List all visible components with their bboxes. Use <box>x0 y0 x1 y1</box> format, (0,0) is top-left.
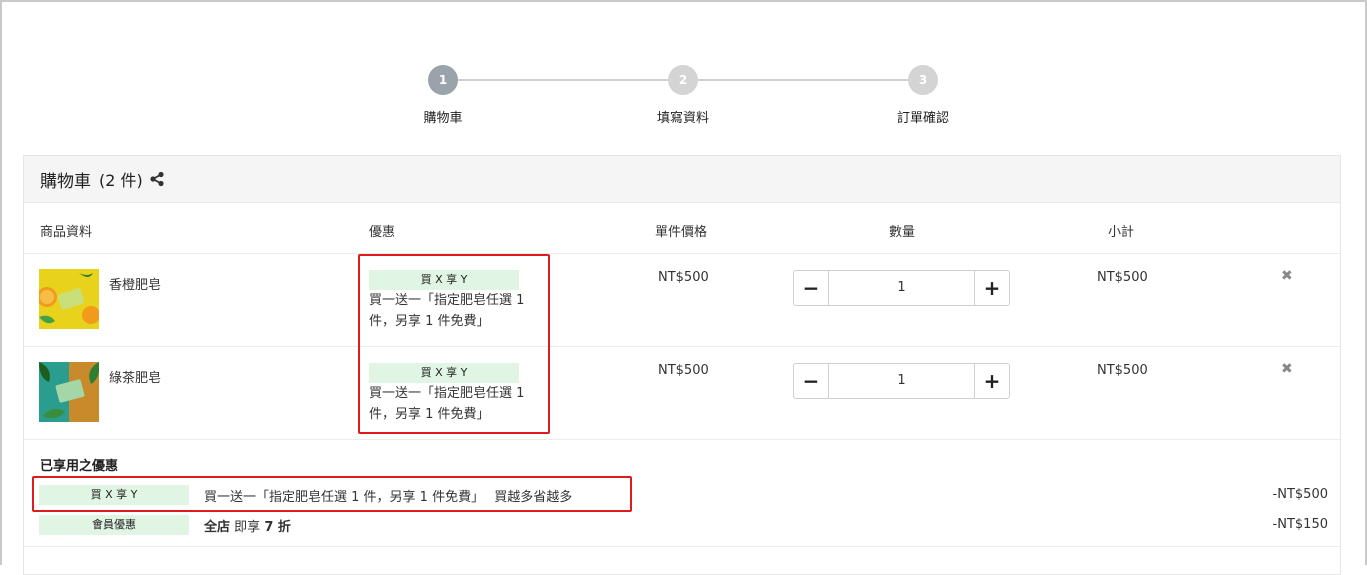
unit-price: NT$500 <box>658 363 709 378</box>
quantity-input[interactable]: 1 <box>829 271 974 305</box>
header-quantity: 數量 <box>889 225 916 240</box>
step-number: 2 <box>668 65 698 95</box>
quantity-stepper: − 1 + <box>793 270 1010 306</box>
highlight-box-applied <box>32 476 632 512</box>
product-thumbnail[interactable] <box>39 362 100 422</box>
step-label: 購物車 <box>423 111 463 126</box>
header-promo: 優惠 <box>369 225 396 240</box>
highlight-box-promos <box>358 254 550 434</box>
discount-amount: -NT$150 <box>1272 517 1328 532</box>
header-unit-price: 單件價格 <box>655 225 708 240</box>
discount-scope: 全店 <box>204 520 231 535</box>
checkout-stepper: 1 購物車 2 填寫資料 3 訂單確認 <box>0 0 1367 140</box>
discount-badge: 會員優惠 <box>39 515 189 535</box>
unit-price: NT$500 <box>658 270 709 285</box>
remove-item-icon[interactable]: ✖ <box>1281 268 1293 284</box>
share-icon[interactable] <box>149 171 165 187</box>
subtotal: NT$500 <box>1097 363 1148 378</box>
discount-amount: -NT$500 <box>1272 487 1328 502</box>
increment-button[interactable]: + <box>974 364 1009 398</box>
divider <box>24 546 1340 547</box>
step-fill-info: 2 填寫資料 <box>623 65 743 126</box>
cart-count: (2 件) <box>99 171 143 190</box>
header-subtotal: 小計 <box>1108 225 1135 240</box>
quantity-input[interactable]: 1 <box>829 364 974 398</box>
cart-panel: 購物車 (2 件) 商品資料 優惠 單件價格 數量 小計 香橙肥皂 買 X 享 … <box>23 155 1341 575</box>
subtotal: NT$500 <box>1097 270 1148 285</box>
cart-title: 購物車 <box>40 171 91 192</box>
cart-item: 綠茶肥皂 買 X 享 Y 買一送一「指定肥皂任選 1 件，另享 1 件免費」 N… <box>24 347 1340 439</box>
step-number: 3 <box>908 65 938 95</box>
step-label: 訂單確認 <box>896 111 949 126</box>
cart-item: 香橙肥皂 買 X 享 Y 買一送一「指定肥皂任選 1 件，另享 1 件免費」 N… <box>24 254 1340 346</box>
remove-item-icon[interactable]: ✖ <box>1281 361 1293 377</box>
step-number: 1 <box>428 65 458 95</box>
increment-button[interactable]: + <box>974 271 1009 305</box>
discount-rate: 7 折 <box>264 520 291 535</box>
product-thumbnail[interactable] <box>37 269 100 329</box>
discount-text: 即享 <box>234 520 261 535</box>
discount-description: 全店 即享 7 折 <box>204 516 291 535</box>
decrement-button[interactable]: − <box>794 271 829 305</box>
cart-header: 購物車 (2 件) <box>24 156 1340 203</box>
product-name[interactable]: 香橙肥皂 <box>109 274 161 293</box>
divider <box>24 439 1340 440</box>
step-cart: 1 購物車 <box>383 65 503 126</box>
decrement-button[interactable]: − <box>794 364 829 398</box>
header-product: 商品資料 <box>40 225 93 240</box>
step-label: 填寫資料 <box>656 111 709 126</box>
product-name[interactable]: 綠茶肥皂 <box>109 367 161 386</box>
step-order-confirm: 3 訂單確認 <box>863 65 983 126</box>
quantity-stepper: − 1 + <box>793 363 1010 399</box>
applied-discounts-title: 已享用之優惠 <box>40 459 119 474</box>
